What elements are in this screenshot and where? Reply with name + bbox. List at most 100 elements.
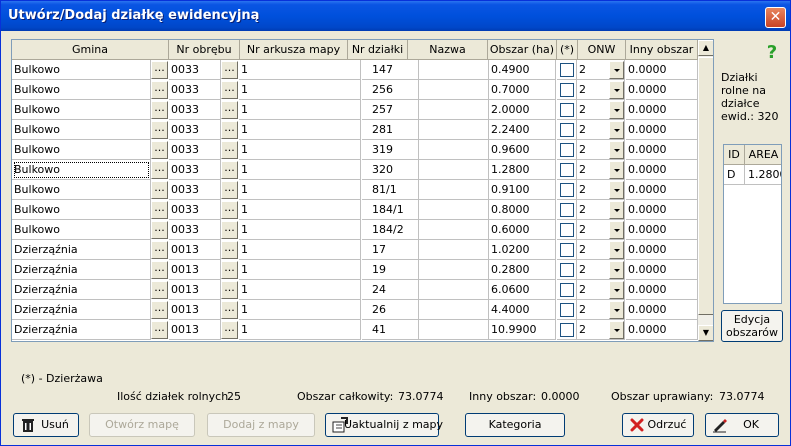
obszar-cell[interactable]: 2.2400: [489, 120, 556, 140]
leased-checkbox[interactable]: [560, 123, 574, 137]
obreb-cell[interactable]: 0013: [169, 260, 221, 280]
scroll-thumb[interactable]: [698, 57, 713, 315]
dzialka-cell[interactable]: 320: [362, 160, 419, 180]
nazwa-cell[interactable]: [419, 120, 489, 140]
obreb-cell[interactable]: 0013: [169, 320, 221, 340]
gmina-ellipsis-button[interactable]: ...: [151, 141, 168, 159]
inny-obszar-cell[interactable]: 0.0000: [626, 320, 698, 340]
dzialka-cell[interactable]: 184/1: [362, 200, 419, 220]
inny-obszar-cell[interactable]: 0.0000: [626, 240, 698, 260]
arkusz-cell[interactable]: 1: [239, 300, 361, 320]
table-row[interactable]: Bulkowo 0033 1 319 0.9600 2 0.0000......: [12, 140, 698, 160]
gmina-ellipsis-button[interactable]: ...: [151, 281, 168, 299]
leased-checkbox[interactable]: [560, 163, 574, 177]
table-row[interactable]: Dzierząźnia 0013 1 26 4.4000 2 0.0000......: [12, 300, 698, 320]
table-row[interactable]: Dzierząźnia 0013 1 17 1.0200 2 0.0000......: [12, 240, 698, 260]
arkusz-cell[interactable]: 1: [239, 60, 361, 80]
leased-checkbox[interactable]: [560, 183, 574, 197]
inny-obszar-cell[interactable]: 0.0000: [626, 200, 698, 220]
obreb-ellipsis-button[interactable]: ...: [221, 201, 238, 219]
obreb-cell[interactable]: 0033: [169, 60, 221, 80]
area-cell-id[interactable]: D: [724, 165, 745, 185]
onw-dropdown-arrow[interactable]: [609, 281, 624, 299]
gmina-ellipsis-button[interactable]: ...: [151, 181, 168, 199]
obszar-cell[interactable]: 10.9900: [489, 320, 556, 340]
odrzuc-button[interactable]: Odrzuć: [622, 413, 694, 437]
inny-obszar-cell[interactable]: 0.0000: [626, 280, 698, 300]
nazwa-cell[interactable]: [419, 60, 489, 80]
ok-button[interactable]: OK: [705, 413, 779, 437]
table-row[interactable]: Dzierząźnia 0013 1 41 10.9900 2 0.0000......: [12, 320, 698, 340]
table-row[interactable]: Bulkowo 0033 1 256 0.7000 2 0.0000......: [12, 80, 698, 100]
inny-obszar-cell[interactable]: 0.0000: [626, 260, 698, 280]
uaktualnij-z-mapy-button[interactable]: Uaktualnij z mapy: [325, 413, 443, 437]
obszar-cell[interactable]: 4.4000: [489, 300, 556, 320]
arkusz-cell[interactable]: 1: [239, 160, 361, 180]
inny-obszar-cell[interactable]: 0.0000: [626, 220, 698, 240]
gmina-cell[interactable]: Bulkowo: [12, 160, 151, 180]
obreb-cell[interactable]: 0033: [169, 220, 221, 240]
leased-checkbox[interactable]: [560, 63, 574, 77]
leased-checkbox[interactable]: [560, 323, 574, 337]
table-row[interactable]: Bulkowo 0033 1 281 2.2400 2 0.0000......: [12, 120, 698, 140]
table-row[interactable]: Bulkowo 0033 1 320 1.2800 2 0.0000......: [12, 160, 698, 180]
dzialka-cell[interactable]: 81/1: [362, 180, 419, 200]
leased-checkbox[interactable]: [560, 103, 574, 117]
arkusz-cell[interactable]: 1: [239, 180, 361, 200]
obreb-cell[interactable]: 0033: [169, 160, 221, 180]
onw-dropdown-arrow[interactable]: [609, 101, 624, 119]
nazwa-cell[interactable]: [419, 100, 489, 120]
area-cell-area[interactable]: 1.2800: [745, 165, 781, 185]
dzialka-cell[interactable]: 319: [362, 140, 419, 160]
obreb-ellipsis-button[interactable]: ...: [221, 241, 238, 259]
obreb-cell[interactable]: 0033: [169, 80, 221, 100]
inny-obszar-cell[interactable]: 0.0000: [626, 120, 698, 140]
obreb-ellipsis-button[interactable]: ...: [221, 141, 238, 159]
arkusz-cell[interactable]: 1: [239, 240, 361, 260]
gmina-cell[interactable]: Bulkowo: [12, 140, 151, 160]
gmina-cell[interactable]: Dzierząźnia: [12, 240, 151, 260]
arkusz-cell[interactable]: 1: [239, 120, 361, 140]
gmina-cell[interactable]: Bulkowo: [12, 220, 151, 240]
dzialka-cell[interactable]: 256: [362, 80, 419, 100]
usun-button[interactable]: Usuń: [13, 413, 79, 437]
nazwa-cell[interactable]: [419, 80, 489, 100]
table-row[interactable]: Bulkowo 0033 1 81/1 0.9100 2 0.0000......: [12, 180, 698, 200]
gmina-ellipsis-button[interactable]: ...: [151, 321, 168, 339]
column-header[interactable]: Gmina: [12, 40, 169, 60]
onw-dropdown-arrow[interactable]: [609, 261, 624, 279]
edycja-obszarow-button[interactable]: Edycja obszarów: [721, 310, 783, 342]
arkusz-cell[interactable]: 1: [239, 200, 361, 220]
dzialka-cell[interactable]: 24: [362, 280, 419, 300]
onw-dropdown-arrow[interactable]: [609, 61, 624, 79]
leased-checkbox[interactable]: [560, 283, 574, 297]
nazwa-cell[interactable]: [419, 280, 489, 300]
table-row[interactable]: Bulkowo 0033 1 184/2 0.6000 2 0.0000......: [12, 220, 698, 240]
nazwa-cell[interactable]: [419, 220, 489, 240]
leased-checkbox[interactable]: [560, 303, 574, 317]
column-header[interactable]: Nr obrębu: [169, 40, 240, 60]
onw-dropdown-arrow[interactable]: [609, 301, 624, 319]
leased-checkbox[interactable]: [560, 203, 574, 217]
inny-obszar-cell[interactable]: 0.0000: [626, 80, 698, 100]
inny-obszar-cell[interactable]: 0.0000: [626, 140, 698, 160]
nazwa-cell[interactable]: [419, 240, 489, 260]
onw-dropdown-arrow[interactable]: [609, 321, 624, 339]
obszar-cell[interactable]: 0.9600: [489, 140, 556, 160]
obreb-cell[interactable]: 0033: [169, 100, 221, 120]
gmina-ellipsis-button[interactable]: ...: [151, 121, 168, 139]
onw-dropdown-arrow[interactable]: [609, 221, 624, 239]
obreb-cell[interactable]: 0013: [169, 300, 221, 320]
onw-dropdown-arrow[interactable]: [609, 121, 624, 139]
nazwa-cell[interactable]: [419, 320, 489, 340]
gmina-cell[interactable]: Dzierząźnia: [12, 320, 151, 340]
onw-dropdown-arrow[interactable]: [609, 81, 624, 99]
arkusz-cell[interactable]: 1: [239, 220, 361, 240]
gmina-cell[interactable]: Bulkowo: [12, 80, 151, 100]
leased-checkbox[interactable]: [560, 223, 574, 237]
nazwa-cell[interactable]: [419, 260, 489, 280]
column-header[interactable]: Inny obszar: [626, 40, 698, 60]
dzialka-cell[interactable]: 26: [362, 300, 419, 320]
arkusz-cell[interactable]: 1: [239, 260, 361, 280]
gmina-ellipsis-button[interactable]: ...: [151, 301, 168, 319]
